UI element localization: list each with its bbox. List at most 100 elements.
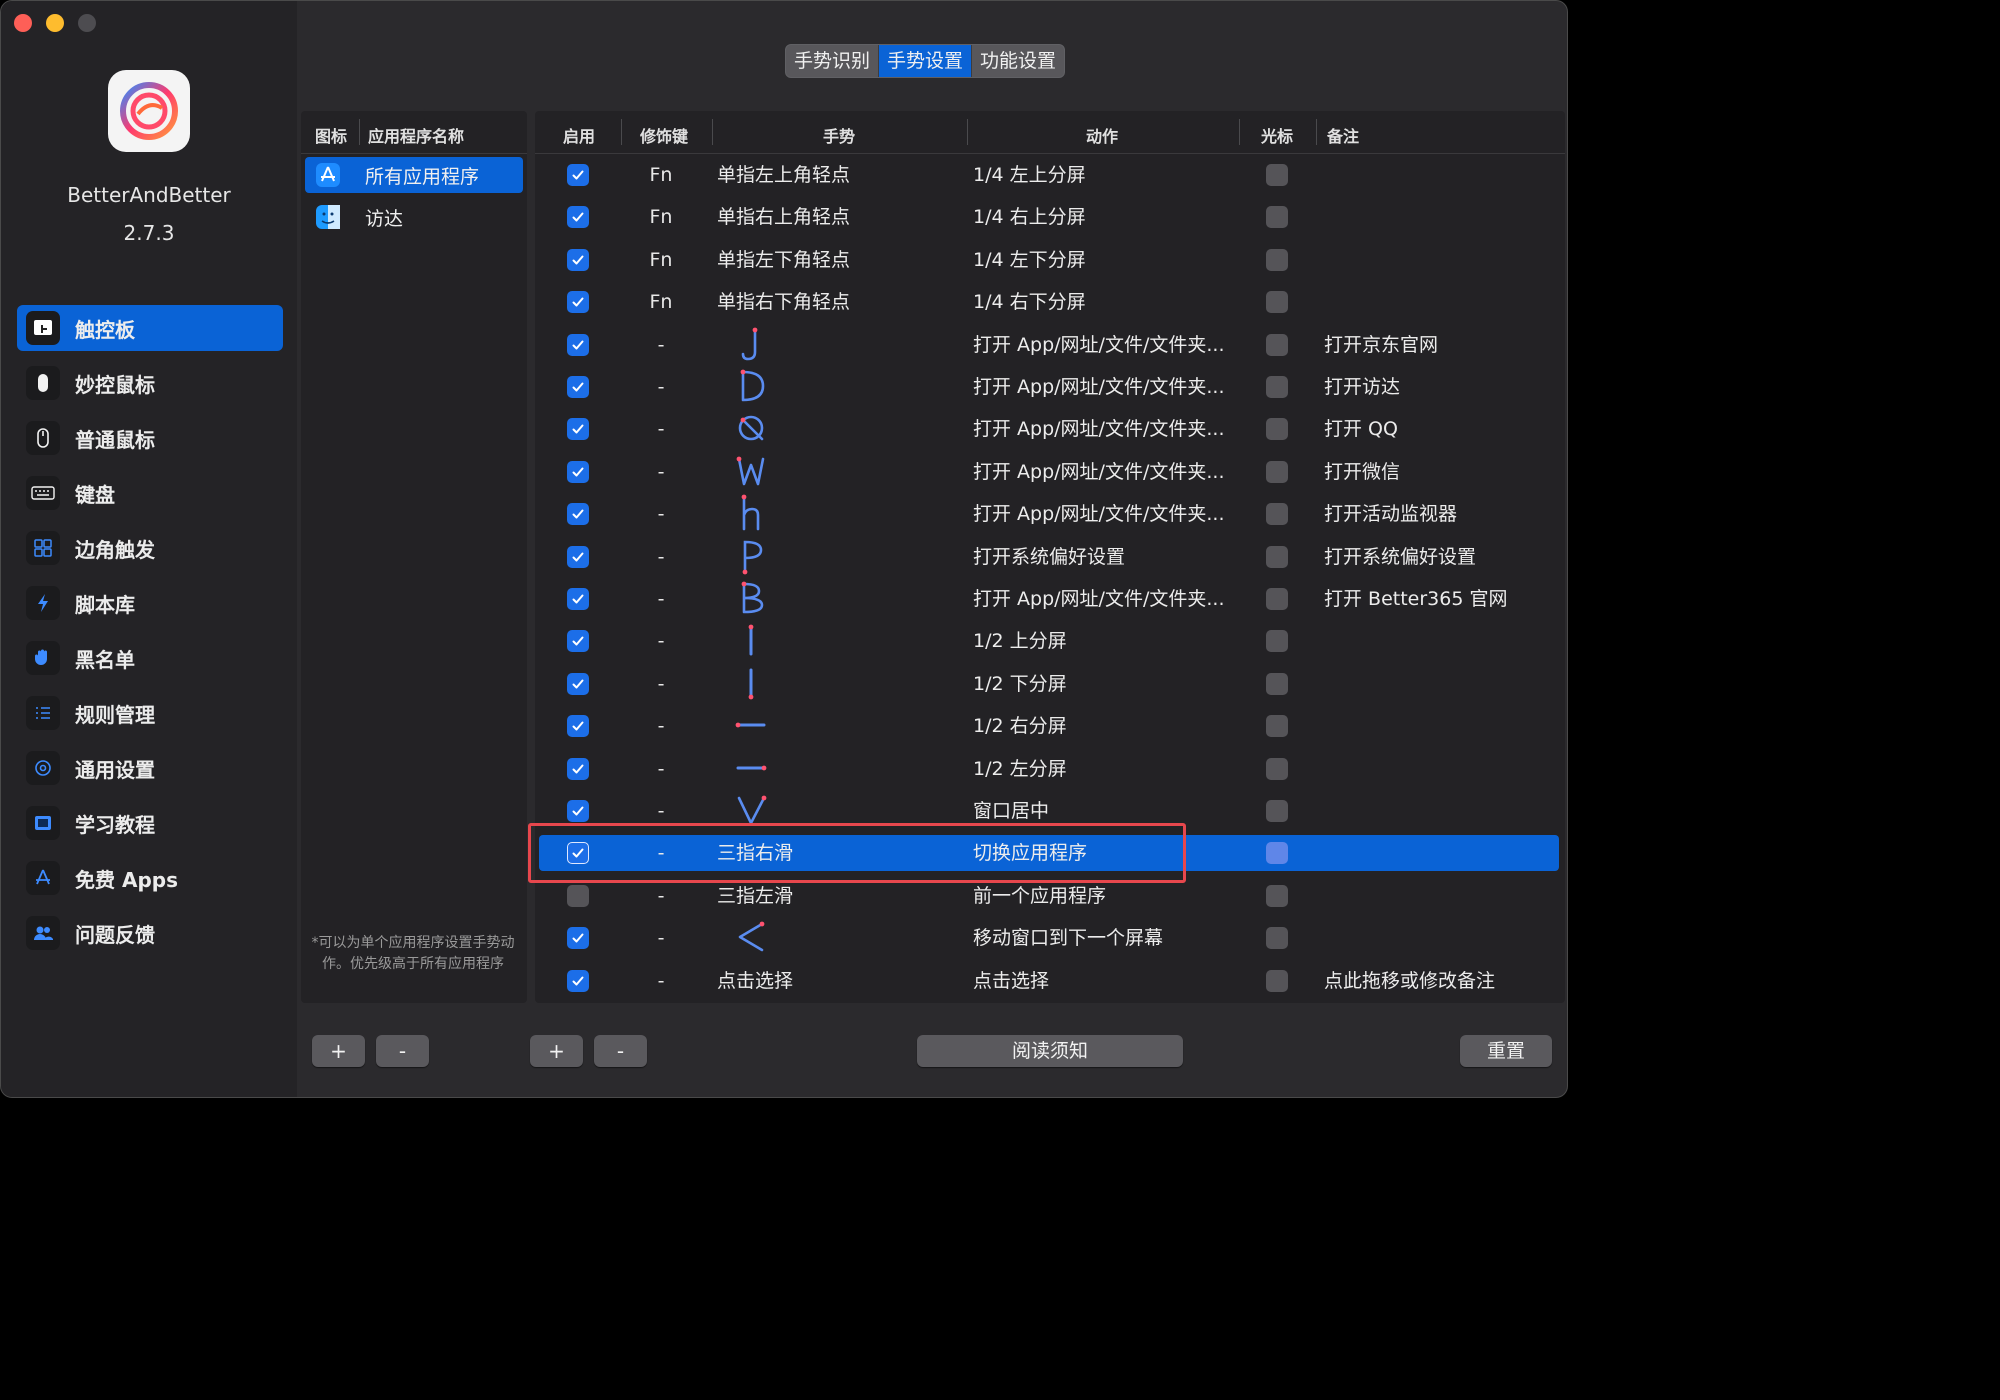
cursor-checkbox[interactable] bbox=[1266, 673, 1288, 695]
enabled-checkbox[interactable] bbox=[567, 927, 589, 949]
cursor-checkbox[interactable] bbox=[1266, 970, 1288, 992]
column-header-app-name[interactable]: 应用程序名称 bbox=[368, 123, 464, 147]
table-row[interactable]: - 打开 App/网址/文件/文件夹... 打开 Better365 官网 bbox=[539, 581, 1559, 617]
cursor-checkbox[interactable] bbox=[1266, 418, 1288, 440]
remark-label[interactable]: 打开京东官网 bbox=[1324, 327, 1438, 363]
enabled-checkbox[interactable] bbox=[567, 249, 589, 271]
cursor-checkbox[interactable] bbox=[1266, 334, 1288, 356]
close-window-button[interactable] bbox=[14, 14, 32, 32]
sidebar-item-hot-corners[interactable]: 边角触发 bbox=[17, 525, 283, 571]
table-row[interactable]: Fn 单指右上角轻点 1/4 右上分屏 bbox=[539, 199, 1559, 235]
table-row[interactable]: - 打开 App/网址/文件/文件夹... 打开京东官网 bbox=[539, 327, 1559, 363]
action-label[interactable]: 1/4 右上分屏 bbox=[973, 199, 1086, 235]
sidebar-item-keyboard[interactable]: 键盘 bbox=[17, 470, 283, 516]
table-row[interactable]: - 1/2 右分屏 bbox=[539, 708, 1559, 744]
add-app-button[interactable]: + bbox=[312, 1035, 365, 1067]
table-row[interactable]: - 点击选择 点击选择 点此拖移或修改备注 bbox=[539, 963, 1559, 999]
read-notice-button[interactable]: 阅读须知 bbox=[917, 1035, 1183, 1067]
sidebar-item-feedback[interactable]: 问题反馈 bbox=[17, 910, 283, 956]
action-label[interactable]: 1/4 右下分屏 bbox=[973, 284, 1086, 320]
table-row[interactable]: - 移动窗口到下一个屏幕 bbox=[539, 920, 1559, 956]
enabled-checkbox[interactable] bbox=[567, 418, 589, 440]
cursor-checkbox[interactable] bbox=[1266, 927, 1288, 949]
action-label[interactable]: 移动窗口到下一个屏幕 bbox=[973, 920, 1163, 956]
tab-gesture-settings[interactable]: 手势设置 bbox=[879, 45, 972, 77]
enabled-checkbox[interactable] bbox=[567, 334, 589, 356]
sidebar-item-blacklist[interactable]: 黑名单 bbox=[17, 635, 283, 681]
table-row[interactable]: Fn 单指左下角轻点 1/4 左下分屏 bbox=[539, 242, 1559, 278]
table-row[interactable]: - 1/2 下分屏 bbox=[539, 666, 1559, 702]
cursor-checkbox[interactable] bbox=[1266, 503, 1288, 525]
column-header-remark[interactable]: 备注 bbox=[1327, 123, 1359, 147]
table-row[interactable]: - 三指左滑 前一个应用程序 bbox=[539, 878, 1559, 914]
tab-gesture-recognition[interactable]: 手势识别 bbox=[786, 45, 878, 77]
enabled-checkbox[interactable] bbox=[567, 206, 589, 228]
table-row[interactable]: - 1/2 左分屏 bbox=[539, 751, 1559, 787]
add-gesture-button[interactable]: + bbox=[530, 1035, 583, 1067]
table-row[interactable]: - 窗口居中 bbox=[539, 793, 1559, 829]
table-row[interactable]: - 打开 App/网址/文件/文件夹... 打开访达 bbox=[539, 369, 1559, 405]
remark-label[interactable]: 点此拖移或修改备注 bbox=[1324, 963, 1495, 999]
enabled-checkbox[interactable] bbox=[567, 715, 589, 737]
app-list-item-finder[interactable]: 访达 bbox=[305, 199, 523, 235]
column-header-enabled[interactable]: 启用 bbox=[563, 123, 595, 147]
action-label[interactable]: 窗口居中 bbox=[973, 793, 1049, 829]
cursor-checkbox[interactable] bbox=[1266, 164, 1288, 186]
cursor-checkbox[interactable] bbox=[1266, 758, 1288, 780]
sidebar-item-general[interactable]: 通用设置 bbox=[17, 745, 283, 791]
sidebar-item-scripts[interactable]: 脚本库 bbox=[17, 580, 283, 626]
enabled-checkbox[interactable] bbox=[567, 503, 589, 525]
table-row[interactable]: - 打开 App/网址/文件/文件夹... 打开微信 bbox=[539, 454, 1559, 490]
cursor-checkbox[interactable] bbox=[1266, 842, 1288, 864]
table-row[interactable]: Fn 单指左上角轻点 1/4 左上分屏 bbox=[539, 157, 1559, 193]
action-label[interactable]: 1/2 右分屏 bbox=[973, 708, 1067, 744]
enabled-checkbox[interactable] bbox=[567, 630, 589, 652]
minimize-window-button[interactable] bbox=[46, 14, 64, 32]
enabled-checkbox[interactable] bbox=[567, 970, 589, 992]
cursor-checkbox[interactable] bbox=[1266, 588, 1288, 610]
cursor-checkbox[interactable] bbox=[1266, 461, 1288, 483]
action-label[interactable]: 打开 App/网址/文件/文件夹... bbox=[973, 327, 1224, 363]
action-label[interactable]: 打开 App/网址/文件/文件夹... bbox=[973, 581, 1224, 617]
action-label[interactable]: 打开 App/网址/文件/文件夹... bbox=[973, 454, 1224, 490]
remark-label[interactable]: 打开微信 bbox=[1324, 454, 1400, 490]
table-row[interactable]: - 打开系统偏好设置 打开系统偏好设置 bbox=[539, 539, 1559, 575]
action-label[interactable]: 切换应用程序 bbox=[973, 835, 1087, 871]
remark-label[interactable]: 打开活动监视器 bbox=[1324, 496, 1457, 532]
table-row[interactable]: - 打开 App/网址/文件/文件夹... 打开 QQ bbox=[539, 411, 1559, 447]
remark-label[interactable]: 打开 QQ bbox=[1324, 411, 1398, 447]
action-label[interactable]: 打开系统偏好设置 bbox=[973, 539, 1125, 575]
cursor-checkbox[interactable] bbox=[1266, 885, 1288, 907]
column-header-modifier[interactable]: 修饰键 bbox=[640, 123, 688, 147]
enabled-checkbox[interactable] bbox=[567, 800, 589, 822]
enabled-checkbox[interactable] bbox=[567, 673, 589, 695]
table-row[interactable]: - 1/2 上分屏 bbox=[539, 623, 1559, 659]
enabled-checkbox[interactable] bbox=[567, 291, 589, 313]
remark-label[interactable]: 打开 Better365 官网 bbox=[1324, 581, 1507, 617]
action-label[interactable]: 前一个应用程序 bbox=[973, 878, 1106, 914]
enabled-checkbox[interactable] bbox=[567, 461, 589, 483]
enabled-checkbox[interactable] bbox=[567, 885, 589, 907]
table-row[interactable]: - 打开 App/网址/文件/文件夹... 打开活动监视器 bbox=[539, 494, 1559, 532]
table-row[interactable]: Fn 单指右下角轻点 1/4 右下分屏 bbox=[539, 284, 1559, 320]
action-label[interactable]: 1/4 左下分屏 bbox=[973, 242, 1086, 278]
cursor-checkbox[interactable] bbox=[1266, 291, 1288, 313]
sidebar-item-rules[interactable]: 规则管理 bbox=[17, 690, 283, 736]
enabled-checkbox[interactable] bbox=[567, 376, 589, 398]
app-list-item-all-apps[interactable]: 所有应用程序 bbox=[305, 157, 523, 193]
cursor-checkbox[interactable] bbox=[1266, 715, 1288, 737]
cursor-checkbox[interactable] bbox=[1266, 376, 1288, 398]
remove-app-button[interactable]: - bbox=[376, 1035, 429, 1067]
tab-function-settings[interactable]: 功能设置 bbox=[972, 45, 1064, 77]
sidebar-item-tutorials[interactable]: 学习教程 bbox=[17, 800, 283, 846]
sidebar-item-trackpad[interactable]: 触控板 bbox=[17, 305, 283, 351]
cursor-checkbox[interactable] bbox=[1266, 546, 1288, 568]
remark-label[interactable]: 打开访达 bbox=[1324, 369, 1400, 405]
enabled-checkbox[interactable] bbox=[567, 758, 589, 780]
action-label[interactable]: 打开 App/网址/文件/文件夹... bbox=[973, 411, 1224, 447]
sidebar-item-free-apps[interactable]: 免费 Apps bbox=[17, 855, 283, 901]
column-header-gesture[interactable]: 手势 bbox=[823, 123, 855, 147]
enabled-checkbox[interactable] bbox=[567, 588, 589, 610]
table-row[interactable]: - 三指右滑 切换应用程序 bbox=[539, 835, 1559, 871]
enabled-checkbox[interactable] bbox=[567, 164, 589, 186]
